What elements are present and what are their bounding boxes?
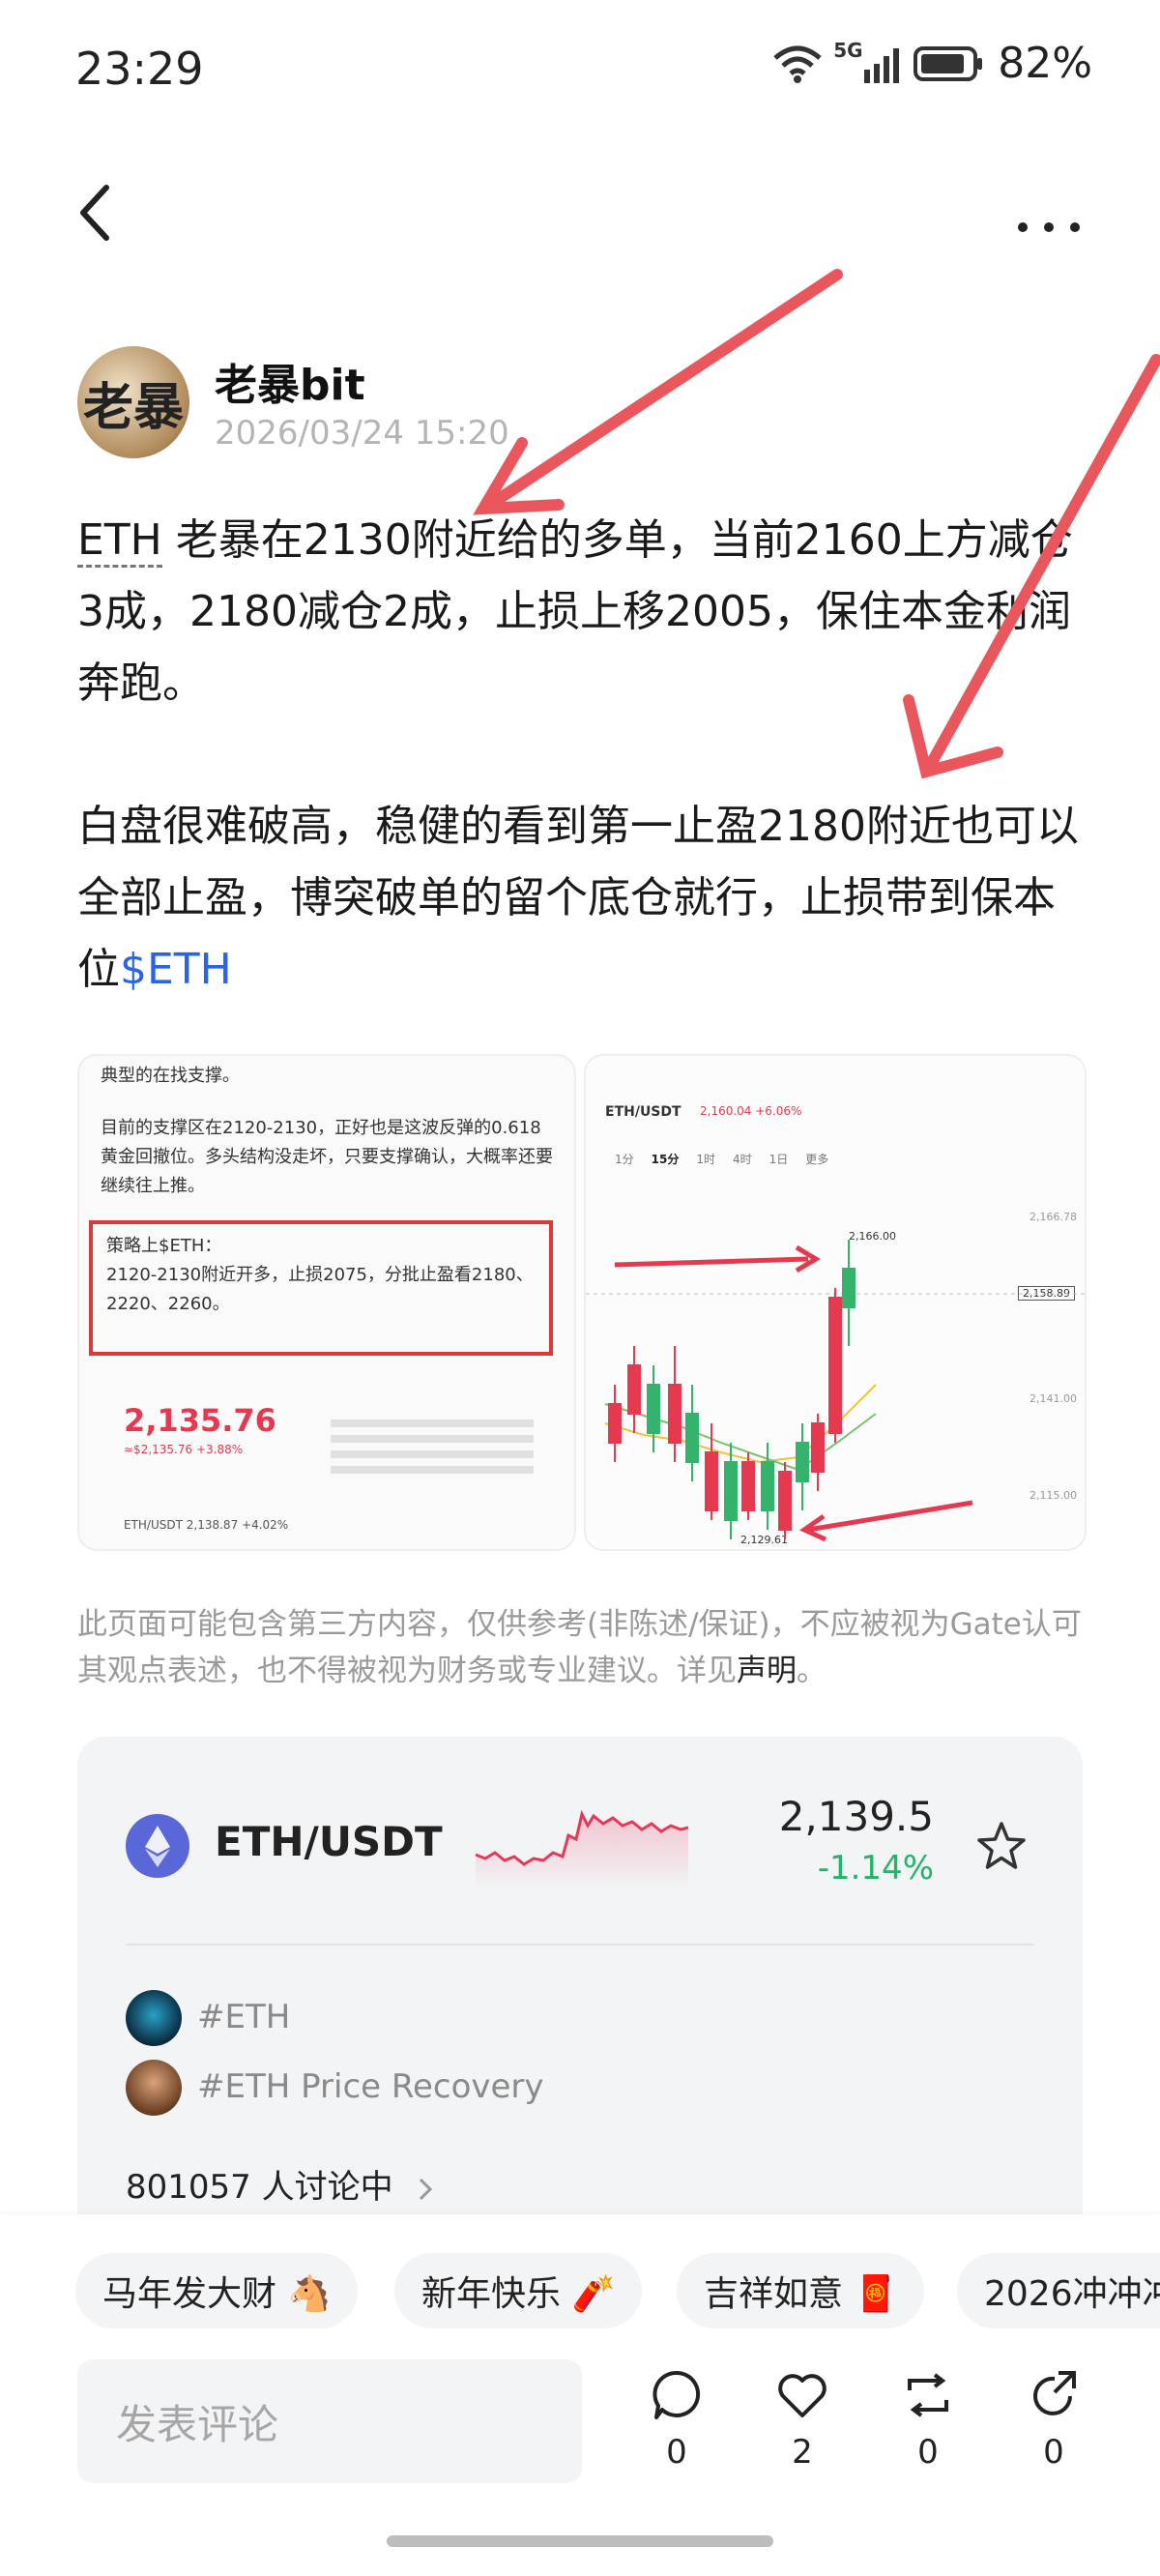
cell-signal-icon: 5G [833, 39, 900, 83]
disclaimer-end: 。 [797, 1654, 826, 1688]
status-bar: 23:29 5G 82% [0, 0, 1160, 135]
img1-strategy-body: 2120-2130附近开多，止损2075，分批止盈看2180、2220、2260… [106, 1265, 534, 1314]
topic-avatar-eth [126, 1990, 182, 2046]
network-type: 5G [833, 38, 863, 62]
battery-icon [914, 45, 983, 81]
more-options-button[interactable] [1015, 184, 1083, 251]
market-pair[interactable]: ETH/USDT [215, 1818, 443, 1865]
img1-strategy-title: 策略上$ETH： [106, 1236, 222, 1256]
share-action[interactable]: 0 [1015, 2367, 1092, 2472]
wifi-icon [773, 45, 822, 83]
img2-candles [586, 1240, 1085, 1542]
topic-eth[interactable]: #ETH [197, 1998, 290, 2036]
img1-line1: 典型的在找支撑。 [101, 1066, 240, 1086]
like-count: 2 [792, 2433, 813, 2472]
like-action[interactable]: 2 [764, 2367, 841, 2472]
disclaimer-text: 此页面可能包含第三方内容，仅供参考(非陈述/保证)，不应被视为Gate认可其观点… [77, 1607, 1082, 1688]
eth-tag-link[interactable]: $ETH [120, 945, 232, 994]
author-avatar-text: 老暴 [82, 377, 184, 437]
chevron-right-icon [420, 2178, 433, 2200]
battery-percent: 82% [998, 39, 1092, 88]
repost-action[interactable]: 0 [889, 2367, 967, 2472]
post-paragraph-2: 白盘很难破高，稳健的看到第一止盈2180附近也可以全部止盈，博突破单的留个底仓就… [77, 791, 1083, 1006]
repost-icon [908, 2373, 948, 2417]
discussion-text: 801057 人讨论中 [126, 2168, 393, 2207]
img1-strategy-box: 策略上$ETH： 2120-2130附近开多，止损2075，分批止盈看2180、… [89, 1220, 553, 1356]
img1-pair-footer: ETH/USDT 2,138.87 +4.02% [124, 1518, 289, 1532]
author-avatar[interactable]: 老暴 [77, 346, 189, 458]
back-button[interactable] [68, 174, 126, 251]
eth-coin-icon [126, 1814, 189, 1878]
disclaimer-link[interactable]: 声明 [737, 1654, 797, 1688]
eth-term[interactable]: ETH [77, 515, 162, 568]
quick-reply-chip[interactable]: 2026冲冲冲 [957, 2253, 1160, 2328]
topic-eth-price-recovery[interactable]: #ETH Price Recovery [197, 2067, 544, 2106]
img1-price: 2,135.76 [124, 1402, 276, 1439]
comment-input[interactable]: 发表评论 [77, 2359, 582, 2483]
comment-icon [652, 2370, 701, 2419]
market-price: 2,139.5 [778, 1793, 934, 1840]
post-paragraph-1: ETH 老暴在2130附近给的多单，当前2160上方减仓3成，2180减仓2成，… [77, 505, 1083, 719]
card-divider [126, 1944, 1034, 1946]
author-name[interactable]: 老暴bit [215, 350, 365, 412]
post-image-1[interactable]: 典型的在找支撑。 目前的支撑区在2120-2130，正好也是这波反弹的0.618… [77, 1054, 576, 1551]
home-indicator[interactable] [387, 2535, 773, 2547]
share-icon [1033, 2371, 1076, 2415]
disclaimer: 此页面可能包含第三方内容，仅供参考(非陈述/保证)，不应被视为Gate认可其观点… [77, 1601, 1092, 1694]
post-paragraph-1-text: 老暴在2130附近给的多单，当前2160上方减仓3成，2180减仓2成，止损上移… [77, 515, 1073, 708]
topic-avatar-recovery [126, 2060, 182, 2116]
status-time: 23:29 [75, 43, 204, 95]
quick-reply-chip[interactable]: 新年快乐 🧨 [394, 2253, 643, 2328]
post-content: ETH 老暴在2130附近给的多单，当前2160上方减仓3成，2180减仓2成，… [77, 505, 1083, 1006]
img1-stats [331, 1412, 534, 1481]
star-icon [977, 1822, 1026, 1869]
comment-count: 0 [666, 2433, 687, 2472]
post-date: 2026/03/24 15:20 [215, 414, 509, 453]
quick-reply-chip[interactable]: 马年发大财 🐴 [75, 2253, 359, 2328]
comment-action[interactable]: 0 [638, 2367, 715, 2472]
img1-line2: 目前的支撑区在2120-2130，正好也是这波反弹的0.618黄金回撤位。多头结… [101, 1118, 553, 1196]
heart-icon [778, 2374, 826, 2417]
repost-count: 0 [917, 2433, 939, 2472]
favorite-button[interactable] [972, 1818, 1030, 1876]
post-image-2[interactable]: ETH/USDT 2,160.04 +6.06% 1分 15分 1时 4时 1日… [584, 1054, 1087, 1551]
status-icons: 5G 82% [771, 39, 1092, 88]
quick-reply-chip[interactable]: 吉祥如意 🧧 [677, 2253, 925, 2328]
share-count: 0 [1043, 2433, 1064, 2472]
discussion-count[interactable]: 801057 人讨论中 [126, 2160, 438, 2208]
img1-price-sub: ≈$2,135.76 +3.88% [124, 1443, 244, 1456]
price-sparkline [476, 1809, 688, 1889]
more-icon [1018, 222, 1080, 232]
chevron-left-icon [80, 185, 109, 241]
market-change: -1.14% [817, 1849, 934, 1888]
